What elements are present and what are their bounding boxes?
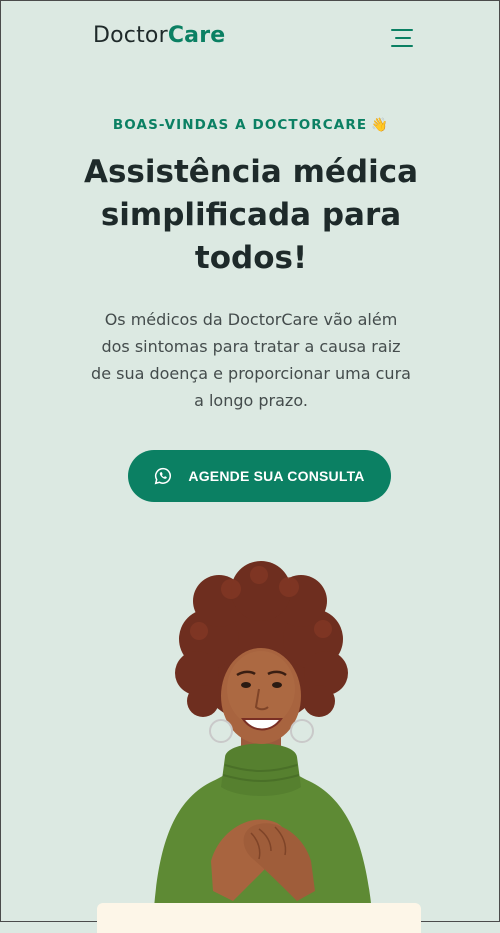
menu-line [391, 45, 413, 47]
schedule-appointment-label: AGENDE SUA CONSULTA [188, 468, 365, 484]
schedule-appointment-button[interactable]: AGENDE SUA CONSULTA [128, 450, 391, 502]
whatsapp-icon [154, 467, 172, 485]
hamburger-menu-icon[interactable] [391, 27, 417, 49]
hero-description: Os médicos da DoctorCare vão além dos si… [91, 310, 411, 410]
hero-section: BOAS-VINDAS A DOCTORCARE 👋 Assistência mé… [1, 117, 500, 414]
site-header: DoctorCare [93, 19, 417, 59]
content-card-peek [97, 903, 421, 933]
logo-strong-text: Care [167, 23, 226, 48]
logo[interactable]: DoctorCare [93, 23, 225, 48]
hero-title: Assistência médica simplificada para tod… [83, 154, 419, 276]
logo-regular-text: Doctor [93, 23, 168, 48]
doctor-portrait-image [101, 561, 421, 923]
hero-eyebrow: BOAS-VINDAS A DOCTORCARE 👋 [1, 117, 500, 133]
menu-line [395, 37, 411, 39]
waving-hand-icon: 👋 [371, 117, 390, 133]
hero-eyebrow-text: BOAS-VINDAS A DOCTORCARE [112, 117, 368, 133]
menu-line [391, 29, 413, 31]
